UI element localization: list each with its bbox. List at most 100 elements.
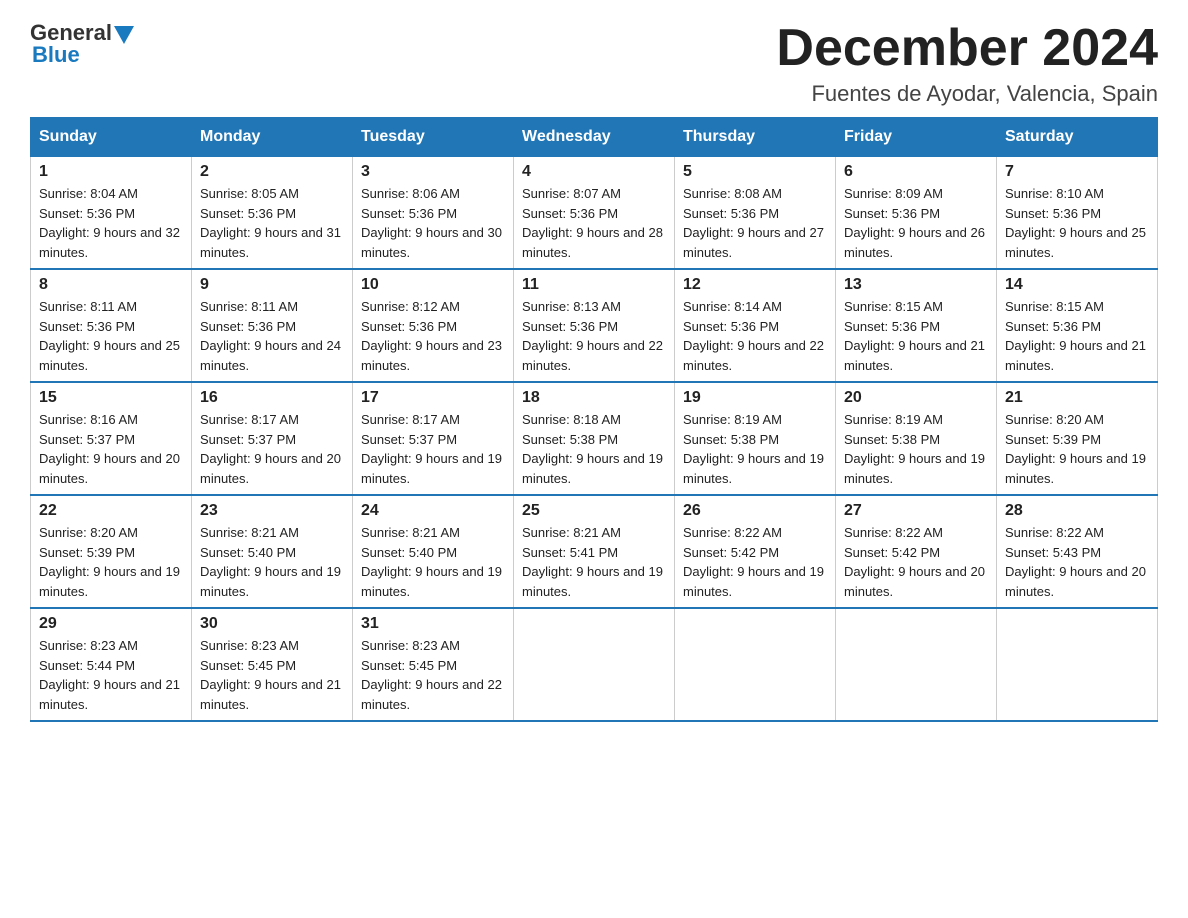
- calendar-cell: 5 Sunrise: 8:08 AMSunset: 5:36 PMDayligh…: [675, 157, 836, 270]
- day-info: Sunrise: 8:21 AMSunset: 5:40 PMDaylight:…: [200, 525, 341, 599]
- day-number: 15: [39, 389, 183, 407]
- page-header: General Blue December 2024 Fuentes de Ay…: [30, 20, 1158, 107]
- calendar-cell: 16 Sunrise: 8:17 AMSunset: 5:37 PMDaylig…: [192, 382, 353, 495]
- day-number: 20: [844, 389, 988, 407]
- day-info: Sunrise: 8:04 AMSunset: 5:36 PMDaylight:…: [39, 186, 180, 260]
- calendar-week-row: 22 Sunrise: 8:20 AMSunset: 5:39 PMDaylig…: [31, 495, 1158, 608]
- day-number: 28: [1005, 502, 1149, 520]
- day-number: 12: [683, 276, 827, 294]
- calendar-cell: 22 Sunrise: 8:20 AMSunset: 5:39 PMDaylig…: [31, 495, 192, 608]
- day-info: Sunrise: 8:10 AMSunset: 5:36 PMDaylight:…: [1005, 186, 1146, 260]
- day-number: 16: [200, 389, 344, 407]
- day-number: 2: [200, 163, 344, 181]
- day-number: 21: [1005, 389, 1149, 407]
- day-info: Sunrise: 8:11 AMSunset: 5:36 PMDaylight:…: [39, 299, 180, 373]
- calendar-cell: 9 Sunrise: 8:11 AMSunset: 5:36 PMDayligh…: [192, 269, 353, 382]
- calendar-cell: 28 Sunrise: 8:22 AMSunset: 5:43 PMDaylig…: [997, 495, 1158, 608]
- day-info: Sunrise: 8:12 AMSunset: 5:36 PMDaylight:…: [361, 299, 502, 373]
- calendar-cell: 12 Sunrise: 8:14 AMSunset: 5:36 PMDaylig…: [675, 269, 836, 382]
- day-info: Sunrise: 8:14 AMSunset: 5:36 PMDaylight:…: [683, 299, 824, 373]
- calendar-cell: 21 Sunrise: 8:20 AMSunset: 5:39 PMDaylig…: [997, 382, 1158, 495]
- day-info: Sunrise: 8:17 AMSunset: 5:37 PMDaylight:…: [361, 412, 502, 486]
- calendar-cell: 3 Sunrise: 8:06 AMSunset: 5:36 PMDayligh…: [353, 157, 514, 270]
- day-number: 8: [39, 276, 183, 294]
- day-info: Sunrise: 8:22 AMSunset: 5:42 PMDaylight:…: [844, 525, 985, 599]
- day-info: Sunrise: 8:15 AMSunset: 5:36 PMDaylight:…: [1005, 299, 1146, 373]
- calendar-cell: 2 Sunrise: 8:05 AMSunset: 5:36 PMDayligh…: [192, 157, 353, 270]
- day-info: Sunrise: 8:20 AMSunset: 5:39 PMDaylight:…: [1005, 412, 1146, 486]
- day-number: 17: [361, 389, 505, 407]
- day-info: Sunrise: 8:18 AMSunset: 5:38 PMDaylight:…: [522, 412, 663, 486]
- day-number: 24: [361, 502, 505, 520]
- calendar-cell: [997, 608, 1158, 721]
- title-section: December 2024 Fuentes de Ayodar, Valenci…: [776, 20, 1158, 107]
- calendar-week-row: 1 Sunrise: 8:04 AMSunset: 5:36 PMDayligh…: [31, 157, 1158, 270]
- weekday-header-sunday: Sunday: [31, 118, 192, 157]
- calendar-cell: [836, 608, 997, 721]
- calendar-cell: 17 Sunrise: 8:17 AMSunset: 5:37 PMDaylig…: [353, 382, 514, 495]
- day-number: 27: [844, 502, 988, 520]
- calendar-cell: 1 Sunrise: 8:04 AMSunset: 5:36 PMDayligh…: [31, 157, 192, 270]
- weekday-header-monday: Monday: [192, 118, 353, 157]
- calendar-cell: 27 Sunrise: 8:22 AMSunset: 5:42 PMDaylig…: [836, 495, 997, 608]
- day-info: Sunrise: 8:22 AMSunset: 5:43 PMDaylight:…: [1005, 525, 1146, 599]
- day-info: Sunrise: 8:05 AMSunset: 5:36 PMDaylight:…: [200, 186, 341, 260]
- calendar-cell: 10 Sunrise: 8:12 AMSunset: 5:36 PMDaylig…: [353, 269, 514, 382]
- day-info: Sunrise: 8:13 AMSunset: 5:36 PMDaylight:…: [522, 299, 663, 373]
- day-number: 26: [683, 502, 827, 520]
- calendar-week-row: 29 Sunrise: 8:23 AMSunset: 5:44 PMDaylig…: [31, 608, 1158, 721]
- day-info: Sunrise: 8:07 AMSunset: 5:36 PMDaylight:…: [522, 186, 663, 260]
- calendar-header-row: SundayMondayTuesdayWednesdayThursdayFrid…: [31, 118, 1158, 157]
- day-info: Sunrise: 8:19 AMSunset: 5:38 PMDaylight:…: [683, 412, 824, 486]
- day-number: 9: [200, 276, 344, 294]
- calendar-table: SundayMondayTuesdayWednesdayThursdayFrid…: [30, 117, 1158, 722]
- day-info: Sunrise: 8:17 AMSunset: 5:37 PMDaylight:…: [200, 412, 341, 486]
- calendar-cell: 25 Sunrise: 8:21 AMSunset: 5:41 PMDaylig…: [514, 495, 675, 608]
- day-info: Sunrise: 8:23 AMSunset: 5:45 PMDaylight:…: [200, 638, 341, 712]
- day-number: 13: [844, 276, 988, 294]
- day-number: 30: [200, 615, 344, 633]
- day-info: Sunrise: 8:11 AMSunset: 5:36 PMDaylight:…: [200, 299, 341, 373]
- calendar-cell: 20 Sunrise: 8:19 AMSunset: 5:38 PMDaylig…: [836, 382, 997, 495]
- day-number: 31: [361, 615, 505, 633]
- day-info: Sunrise: 8:20 AMSunset: 5:39 PMDaylight:…: [39, 525, 180, 599]
- calendar-cell: 23 Sunrise: 8:21 AMSunset: 5:40 PMDaylig…: [192, 495, 353, 608]
- location-subtitle: Fuentes de Ayodar, Valencia, Spain: [776, 81, 1158, 107]
- weekday-header-friday: Friday: [836, 118, 997, 157]
- day-info: Sunrise: 8:08 AMSunset: 5:36 PMDaylight:…: [683, 186, 824, 260]
- calendar-cell: [675, 608, 836, 721]
- logo-arrow-icon: [114, 26, 134, 44]
- calendar-cell: 4 Sunrise: 8:07 AMSunset: 5:36 PMDayligh…: [514, 157, 675, 270]
- day-number: 5: [683, 163, 827, 181]
- day-number: 10: [361, 276, 505, 294]
- day-info: Sunrise: 8:15 AMSunset: 5:36 PMDaylight:…: [844, 299, 985, 373]
- day-number: 25: [522, 502, 666, 520]
- month-title: December 2024: [776, 20, 1158, 77]
- weekday-header-thursday: Thursday: [675, 118, 836, 157]
- day-info: Sunrise: 8:19 AMSunset: 5:38 PMDaylight:…: [844, 412, 985, 486]
- logo: General Blue: [30, 20, 136, 68]
- weekday-header-wednesday: Wednesday: [514, 118, 675, 157]
- logo-blue-text: Blue: [32, 42, 80, 67]
- calendar-cell: 15 Sunrise: 8:16 AMSunset: 5:37 PMDaylig…: [31, 382, 192, 495]
- day-number: 3: [361, 163, 505, 181]
- day-number: 7: [1005, 163, 1149, 181]
- calendar-cell: 26 Sunrise: 8:22 AMSunset: 5:42 PMDaylig…: [675, 495, 836, 608]
- calendar-cell: 6 Sunrise: 8:09 AMSunset: 5:36 PMDayligh…: [836, 157, 997, 270]
- day-number: 11: [522, 276, 666, 294]
- day-info: Sunrise: 8:23 AMSunset: 5:44 PMDaylight:…: [39, 638, 180, 712]
- calendar-cell: 14 Sunrise: 8:15 AMSunset: 5:36 PMDaylig…: [997, 269, 1158, 382]
- calendar-cell: 18 Sunrise: 8:18 AMSunset: 5:38 PMDaylig…: [514, 382, 675, 495]
- calendar-cell: 13 Sunrise: 8:15 AMSunset: 5:36 PMDaylig…: [836, 269, 997, 382]
- calendar-cell: 24 Sunrise: 8:21 AMSunset: 5:40 PMDaylig…: [353, 495, 514, 608]
- day-number: 18: [522, 389, 666, 407]
- day-number: 22: [39, 502, 183, 520]
- day-info: Sunrise: 8:22 AMSunset: 5:42 PMDaylight:…: [683, 525, 824, 599]
- day-number: 4: [522, 163, 666, 181]
- day-info: Sunrise: 8:16 AMSunset: 5:37 PMDaylight:…: [39, 412, 180, 486]
- calendar-cell: [514, 608, 675, 721]
- calendar-cell: 8 Sunrise: 8:11 AMSunset: 5:36 PMDayligh…: [31, 269, 192, 382]
- day-number: 19: [683, 389, 827, 407]
- calendar-cell: 19 Sunrise: 8:19 AMSunset: 5:38 PMDaylig…: [675, 382, 836, 495]
- day-number: 23: [200, 502, 344, 520]
